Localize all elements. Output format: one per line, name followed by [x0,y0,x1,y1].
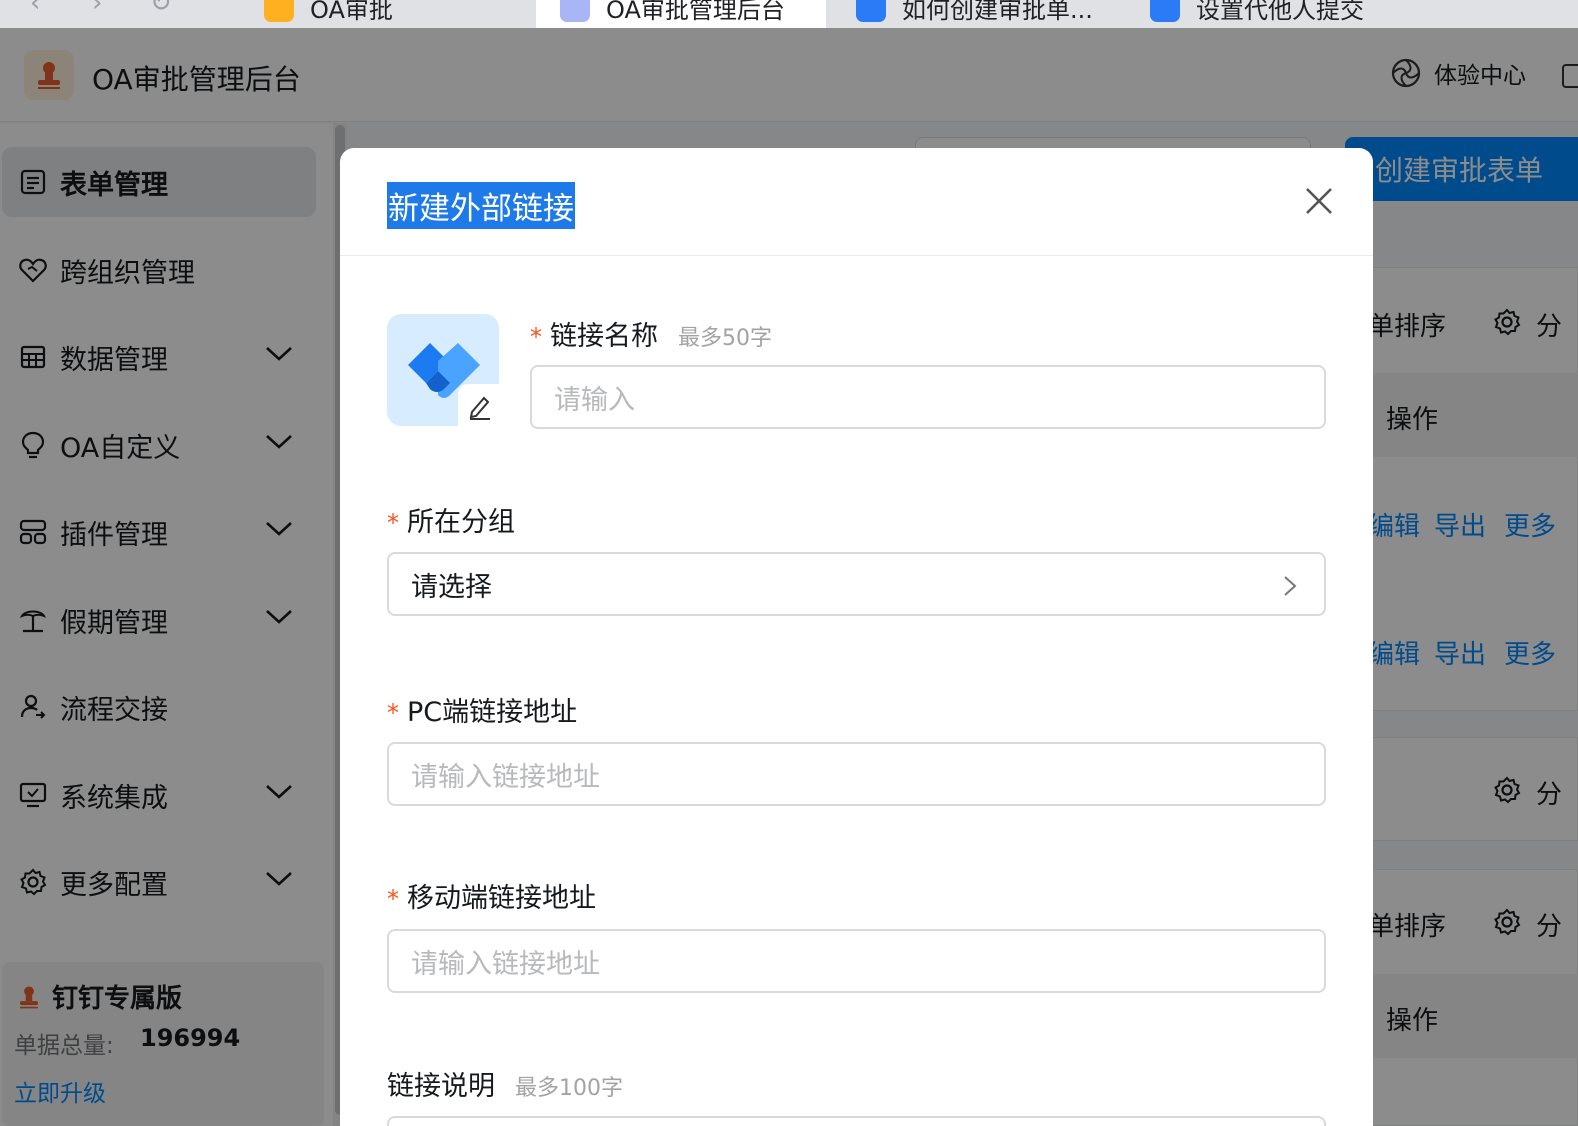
browser-tab-oa[interactable]: OA审批 [264,0,393,28]
mobile-url-label: * 移动端链接地址 [387,883,596,914]
new-external-link-dialog: 新建外部链接 * 链接名称 最多50字 请输入 * 所在分组 请选择 * PC端… [340,148,1373,1126]
close-icon[interactable] [1302,184,1336,218]
group-field-label: * 所在分组 [387,507,515,538]
pencil-icon [469,396,490,420]
browser-tab-proxy[interactable]: 设置代他人提交 [1150,0,1364,28]
pc-url-label: * PC端链接地址 [387,697,578,728]
browser-tab-howto[interactable]: 如何创建审批单... [856,0,1093,28]
link-name-label: * 链接名称 最多50字 [530,321,772,352]
dialog-header: 新建外部链接 [340,148,1373,256]
tab-favicon-icon [560,0,590,22]
description-hint: 最多100字 [515,1076,623,1101]
tab-favicon-icon [1150,0,1180,22]
mobile-url-input[interactable]: 请输入链接地址 [387,929,1326,993]
link-name-input[interactable]: 请输入 [530,365,1326,429]
tab-favicon-icon [264,0,294,22]
edit-icon-button[interactable] [458,384,502,428]
description-label: 链接说明 最多100字 [387,1071,623,1102]
back-icon[interactable]: ‹ [30,0,40,18]
chevron-right-icon [1284,576,1297,596]
browser-tab-strip: ‹ › ↻ OA审批 OA审批管理后台 如何创建审批单... 设置代他人提交 [0,0,1578,28]
group-select[interactable]: 请选择 [387,552,1326,616]
browser-tab-oa-admin[interactable]: OA审批管理后台 [536,0,826,28]
reload-icon[interactable]: ↻ [150,0,172,18]
tab-favicon-icon [856,0,886,22]
link-name-hint: 最多50字 [678,326,772,351]
description-input[interactable] [387,1116,1326,1126]
pc-url-input[interactable]: 请输入链接地址 [387,742,1326,806]
required-mark: * [387,509,399,537]
forward-icon[interactable]: › [92,0,102,18]
required-mark: * [530,323,542,351]
required-mark: * [387,699,399,727]
required-mark: * [387,885,399,913]
dialog-title: 新建外部链接 [387,182,575,229]
